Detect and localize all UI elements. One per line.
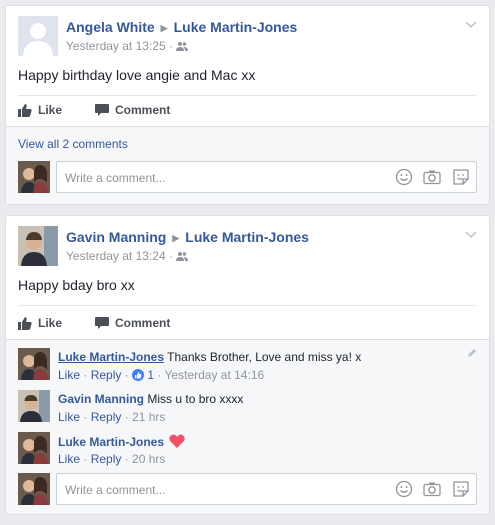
like-label: Like <box>38 316 63 330</box>
heart-icon <box>169 434 186 448</box>
avatar[interactable] <box>18 432 50 464</box>
arrow-right-icon: ▶ <box>172 233 180 243</box>
post-header: Gavin Manning ▶ Luke Martin-Jones Yesterda… <box>18 226 479 268</box>
comment-actions: Like · Reply · 1 · Yesterday at 14:16 <box>58 368 265 382</box>
comment-author[interactable]: Gavin Manning <box>58 392 144 406</box>
comments-section: View all 2 comments Write a comment... <box>6 126 489 204</box>
comment-reply-link[interactable]: Reply <box>91 368 122 382</box>
post-text: Happy birthday love angie and Mac xx <box>18 67 256 83</box>
comment-line: Luke Martin-Jones <box>58 434 186 449</box>
comment-reply-link[interactable]: Reply <box>91 452 122 466</box>
like-reaction-icon[interactable] <box>132 369 145 381</box>
post-card: Angela White ▶ Luke Martin-Jones Yesterday… <box>5 5 490 205</box>
divider <box>18 95 477 96</box>
post-text: Happy bday bro xx <box>18 277 135 293</box>
comment-actions: Like · Reply · 20 hrs <box>58 452 166 466</box>
author-name[interactable]: Gavin Manning <box>66 229 166 245</box>
avatar[interactable] <box>18 161 50 193</box>
post-author-line: Gavin Manning ▶ Luke Martin-Jones <box>66 229 309 245</box>
default-avatar-icon[interactable] <box>18 16 58 56</box>
comment-like-link[interactable]: Like <box>58 368 80 382</box>
comment-line: Luke Martin-Jones Thanks Brother, Love a… <box>58 350 361 364</box>
friends-audience-icon[interactable] <box>176 41 189 51</box>
pencil-icon[interactable] <box>467 348 477 358</box>
target-name[interactable]: Luke Martin-Jones <box>185 229 309 245</box>
comment-text: Thanks Brother, Love and miss ya! x <box>167 350 362 364</box>
avatar[interactable] <box>18 226 58 266</box>
friends-audience-icon[interactable] <box>176 251 189 261</box>
camera-icon[interactable] <box>423 480 441 498</box>
comment-text: Miss u to bro xxxx <box>147 392 244 406</box>
write-comment-field[interactable]: Write a comment... <box>56 161 477 193</box>
post-timestamp[interactable]: Yesterday at 13:25 <box>66 39 166 53</box>
comment-timestamp[interactable]: 21 hrs <box>132 410 165 424</box>
chevron-down-icon[interactable] <box>463 18 479 32</box>
chevron-down-icon[interactable] <box>463 228 479 242</box>
comment-actions: Like · Reply · 21 hrs <box>58 410 166 424</box>
comment-button[interactable]: Comment <box>95 103 170 117</box>
post-meta: Yesterday at 13:24 · <box>66 249 189 263</box>
post-timestamp[interactable]: Yesterday at 13:24 <box>66 249 166 263</box>
like-button[interactable]: Like <box>18 103 62 117</box>
comment-timestamp[interactable]: 20 hrs <box>132 452 165 466</box>
emoji-icon[interactable] <box>395 480 413 498</box>
comment-author[interactable]: Luke Martin-Jones <box>58 350 164 364</box>
post-author-line: Angela White ▶ Luke Martin-Jones <box>66 19 297 35</box>
comment-label: Comment <box>115 316 171 330</box>
arrow-right-icon: ▶ <box>160 23 168 33</box>
post-card: Gavin Manning ▶ Luke Martin-Jones Yesterda… <box>5 215 490 515</box>
reaction-count[interactable]: 1 <box>147 368 154 382</box>
sticker-icon[interactable] <box>452 168 470 186</box>
post-meta: Yesterday at 13:25 · <box>66 39 189 53</box>
comment-timestamp[interactable]: Yesterday at 14:16 <box>165 368 265 382</box>
comment-bubble-icon <box>95 104 109 116</box>
comment-bubble-icon <box>95 317 109 329</box>
emoji-icon[interactable] <box>395 168 413 186</box>
comment-line: Gavin Manning Miss u to bro xxxx <box>58 392 243 406</box>
comment-like-link[interactable]: Like <box>58 452 80 466</box>
write-comment-field[interactable]: Write a comment... <box>56 473 477 505</box>
like-thumb-icon <box>18 317 32 330</box>
avatar[interactable] <box>18 473 50 505</box>
comment-reply-link[interactable]: Reply <box>91 410 122 424</box>
view-all-comments-link[interactable]: View all 2 comments <box>18 137 128 151</box>
write-comment-placeholder: Write a comment... <box>65 171 166 185</box>
comment-author[interactable]: Luke Martin-Jones <box>58 435 164 449</box>
post-header: Angela White ▶ Luke Martin-Jones Yesterday… <box>18 16 479 58</box>
target-name[interactable]: Luke Martin-Jones <box>174 19 298 35</box>
camera-icon[interactable] <box>423 168 441 186</box>
comments-section: Luke Martin-Jones Thanks Brother, Love a… <box>6 339 489 514</box>
author-name[interactable]: Angela White <box>66 19 155 35</box>
avatar[interactable] <box>18 348 50 380</box>
divider <box>18 305 477 306</box>
like-button[interactable]: Like <box>18 316 62 330</box>
comment-like-link[interactable]: Like <box>58 410 80 424</box>
avatar[interactable] <box>18 390 50 422</box>
comment-button[interactable]: Comment <box>95 316 170 330</box>
sticker-icon[interactable] <box>452 480 470 498</box>
like-thumb-icon <box>18 104 32 117</box>
write-comment-placeholder: Write a comment... <box>65 483 166 497</box>
comment-label: Comment <box>115 103 171 117</box>
like-label: Like <box>38 103 63 117</box>
